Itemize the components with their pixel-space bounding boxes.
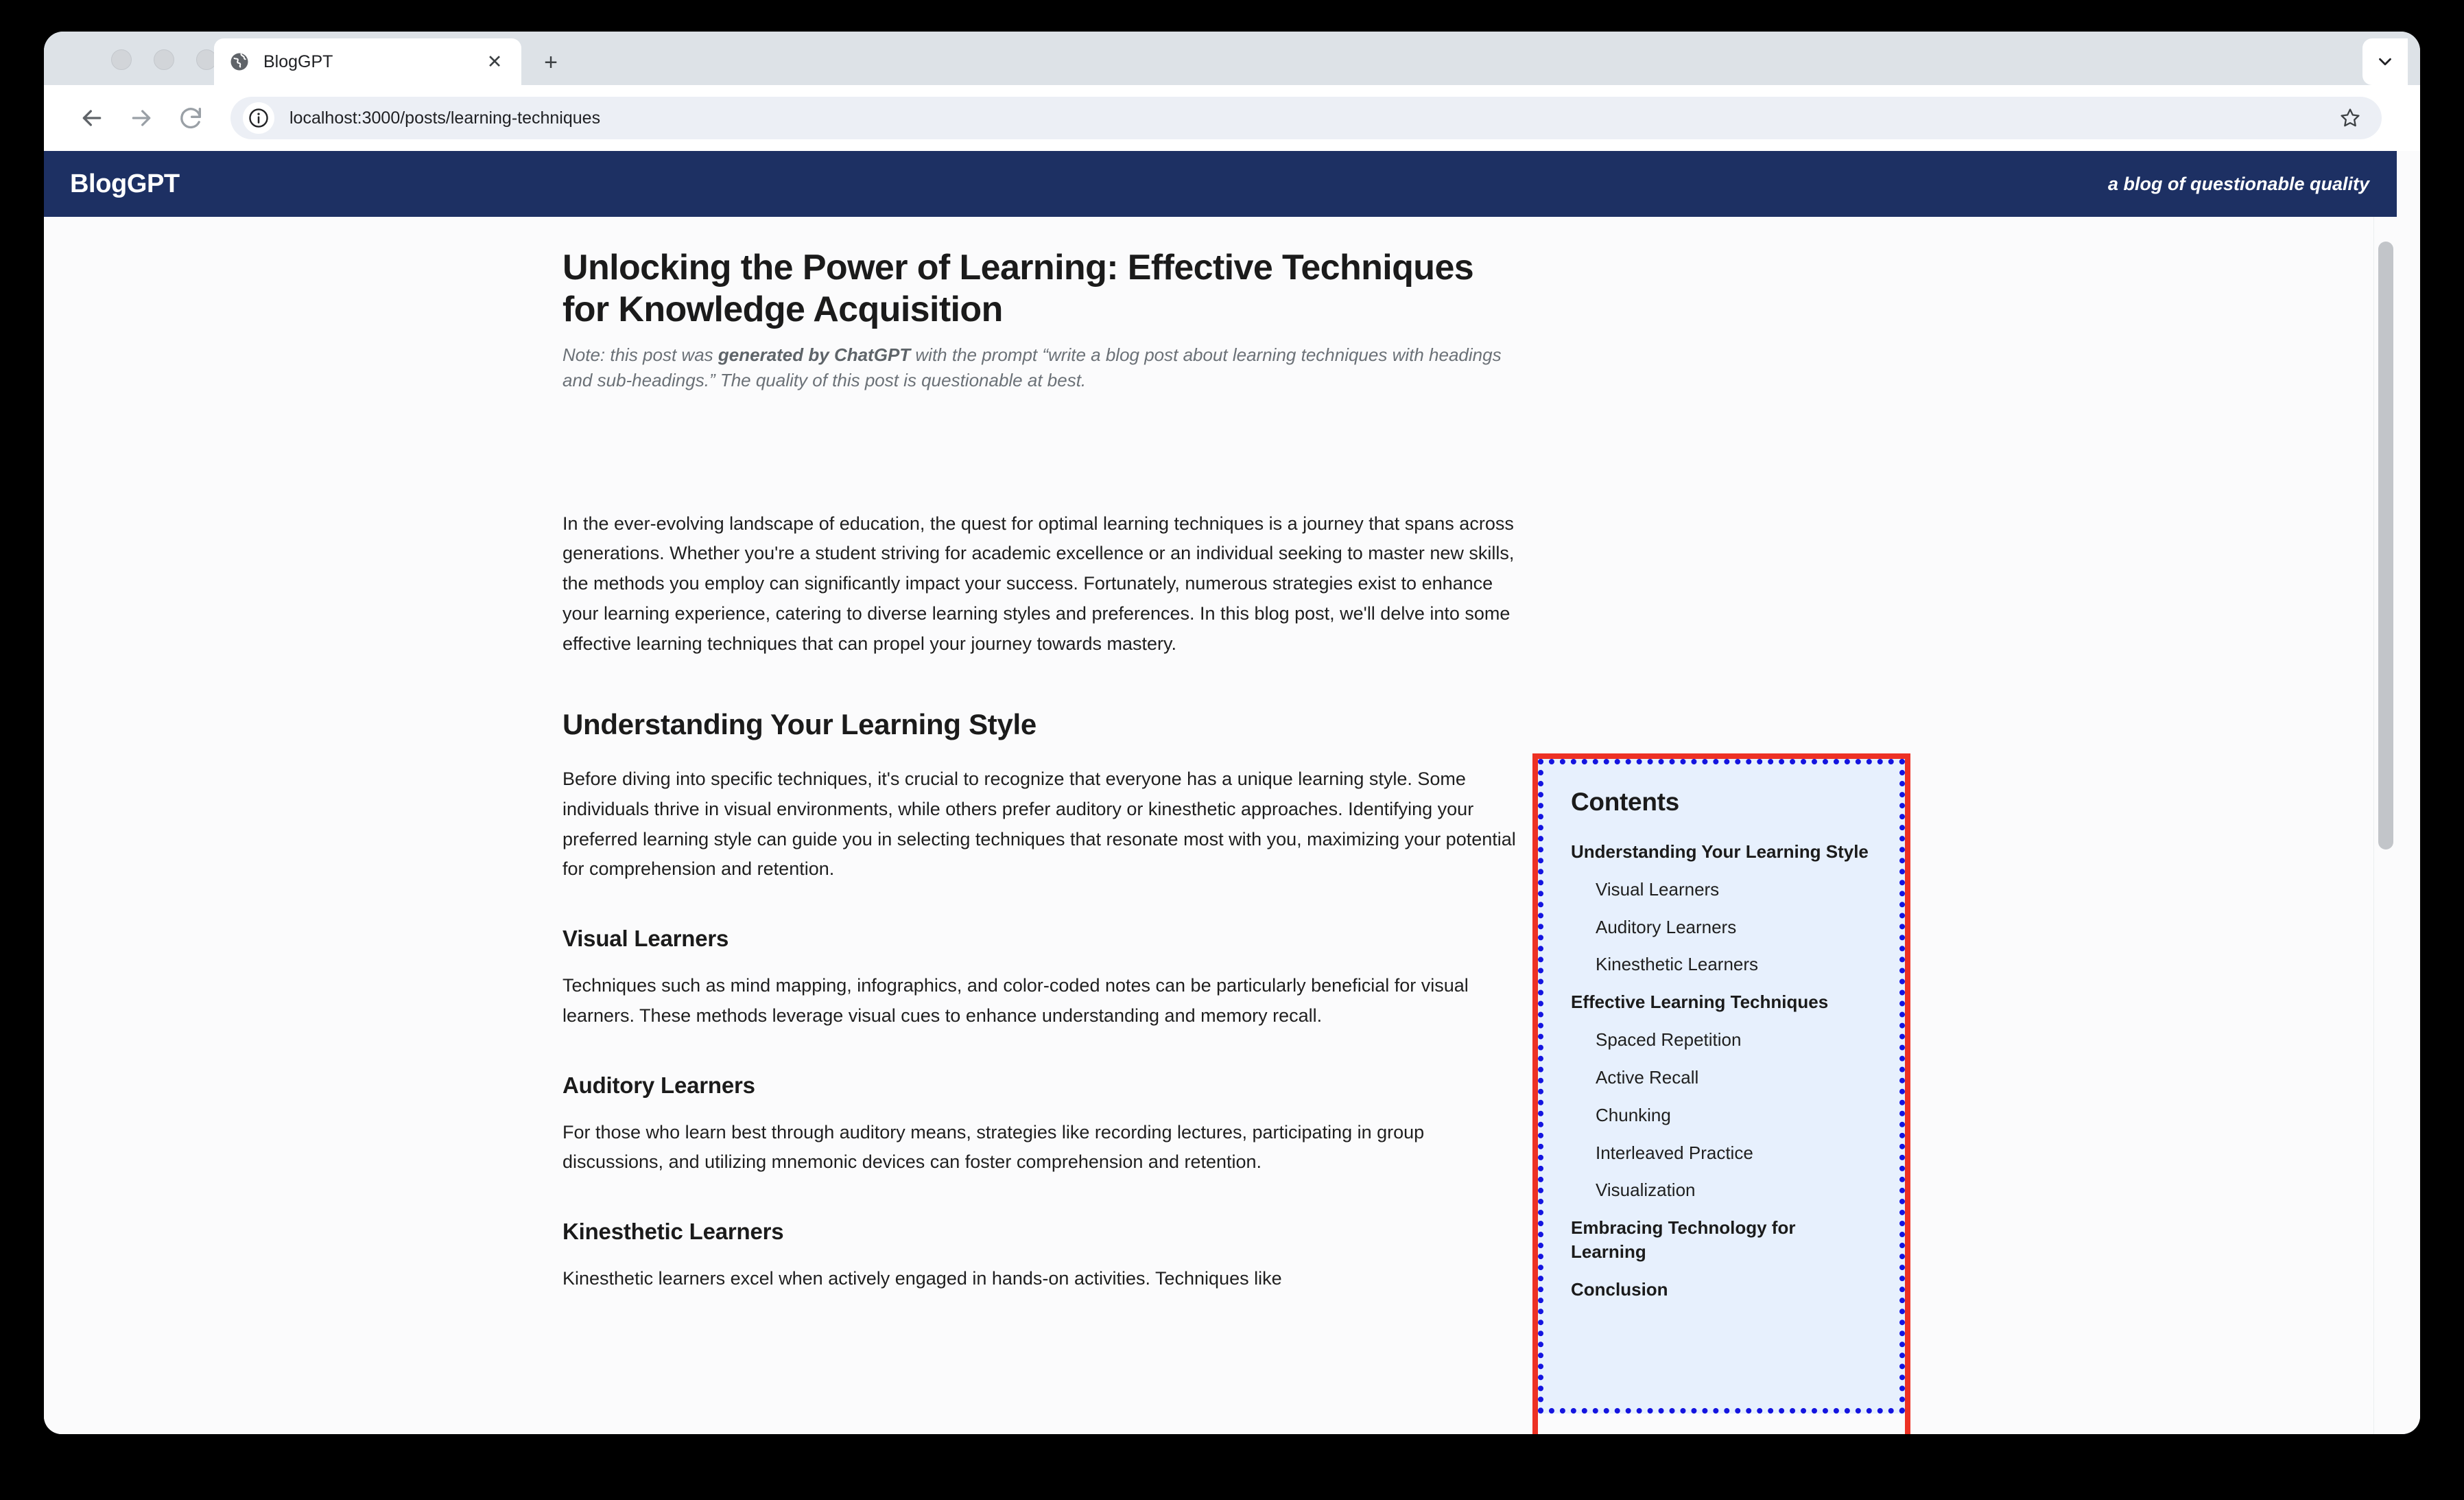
subsection-heading-visual-learners: Visual Learners [562,926,729,952]
article-note: Note: this post was generated by ChatGPT… [562,342,1516,394]
address-bar[interactable]: localhost:3000/posts/learning-techniques [230,97,2382,139]
toc-item[interactable]: Active Recall [1596,1066,1872,1090]
site-info-button[interactable] [243,102,274,134]
toc-item[interactable]: Understanding Your Learning Style [1571,840,1872,864]
toc-item[interactable]: Spaced Repetition [1596,1028,1872,1052]
article-content: In the ever-evolving landscape of educat… [562,509,1523,1294]
toc-item[interactable]: Chunking [1596,1103,1872,1127]
browser-window: BlogGPT ✕ + localhost:3000/posts/learnin… [44,32,2420,1434]
toc-item[interactable]: Embracing Technology for Learning [1571,1216,1872,1264]
site-header: BlogGPT a blog of questionable quality [44,151,2397,217]
toc-item[interactable]: Kinesthetic Learners [1596,952,1872,976]
tab-title: BlogGPT [263,51,333,71]
forward-button[interactable] [117,93,166,143]
arrow-right-icon [132,110,151,126]
minimize-window-button[interactable] [154,49,174,70]
reload-button[interactable] [166,93,215,143]
page-body: Unlocking the Power of Learning: Effecti… [44,217,2397,1434]
window-traffic-lights [111,49,217,70]
subsection-paragraph-auditory-learners: For those who learn best through auditor… [562,1121,1425,1173]
toc-item[interactable]: Conclusion [1571,1278,1872,1302]
subsection-heading-kinesthetic-learners: Kinesthetic Learners [562,1219,784,1245]
reload-icon [180,108,201,129]
intro-paragraph: In the ever-evolving landscape of educat… [562,513,1515,654]
close-icon[interactable]: ✕ [483,50,506,73]
table-of-contents: Contents Understanding Your Learning Sty… [1538,759,1905,1414]
arrow-left-icon [82,110,102,126]
toc-item[interactable]: Visual Learners [1596,878,1872,902]
back-button[interactable] [67,93,117,143]
site-logo[interactable]: BlogGPT [70,169,180,199]
subsection-paragraph-visual-learners: Techniques such as mind mapping, infogra… [562,975,1469,1026]
toc-heading: Contents [1571,788,1679,816]
page-scrollbar[interactable] [2373,217,2397,1434]
tab-list-chevron-down-icon[interactable] [2362,38,2408,85]
page-title: Unlocking the Power of Learning: Effecti… [562,248,1474,330]
bookmark-button[interactable] [2334,102,2367,134]
subsection-heading-auditory-learners: Auditory Learners [562,1072,755,1098]
info-circle-icon [249,108,268,128]
toc-item[interactable]: Visualization [1596,1178,1872,1202]
star-outline-icon [2341,108,2360,127]
article-note-prefix: Note: this post was [562,344,718,365]
browser-toolbar: localhost:3000/posts/learning-techniques [44,85,2420,151]
table-of-contents-container: Contents Understanding Your Learning Sty… [1532,753,1910,1434]
tab-strip: BlogGPT ✕ + [44,32,2420,85]
new-tab-button[interactable]: + [538,49,564,75]
toc-item[interactable]: Interleaved Practice [1596,1141,1872,1165]
toc-item[interactable]: Effective Learning Techniques [1571,990,1872,1014]
section-paragraph: Before diving into specific techniques, … [562,769,1516,880]
close-window-button[interactable] [111,49,132,70]
url-text[interactable]: localhost:3000/posts/learning-techniques [289,108,2334,128]
globe-icon [230,53,248,71]
toc-list: Understanding Your Learning Style Visual … [1571,840,1872,1302]
page-viewport: BlogGPT a blog of questionable quality U… [44,151,2420,1434]
section-heading: Understanding Your Learning Style [562,708,1036,741]
browser-tab[interactable]: BlogGPT ✕ [214,38,521,85]
scrollbar-thumb[interactable] [2378,242,2393,849]
subsection-paragraph-kinesthetic-learners: Kinesthetic learners excel when actively… [562,1268,1282,1289]
toc-item[interactable]: Auditory Learners [1596,915,1872,939]
article: Unlocking the Power of Learning: Effecti… [562,217,1523,1294]
site-tagline: a blog of questionable quality [2107,173,2369,194]
chevron-down-icon [2379,58,2391,66]
article-note-bold: generated by ChatGPT [718,344,911,365]
